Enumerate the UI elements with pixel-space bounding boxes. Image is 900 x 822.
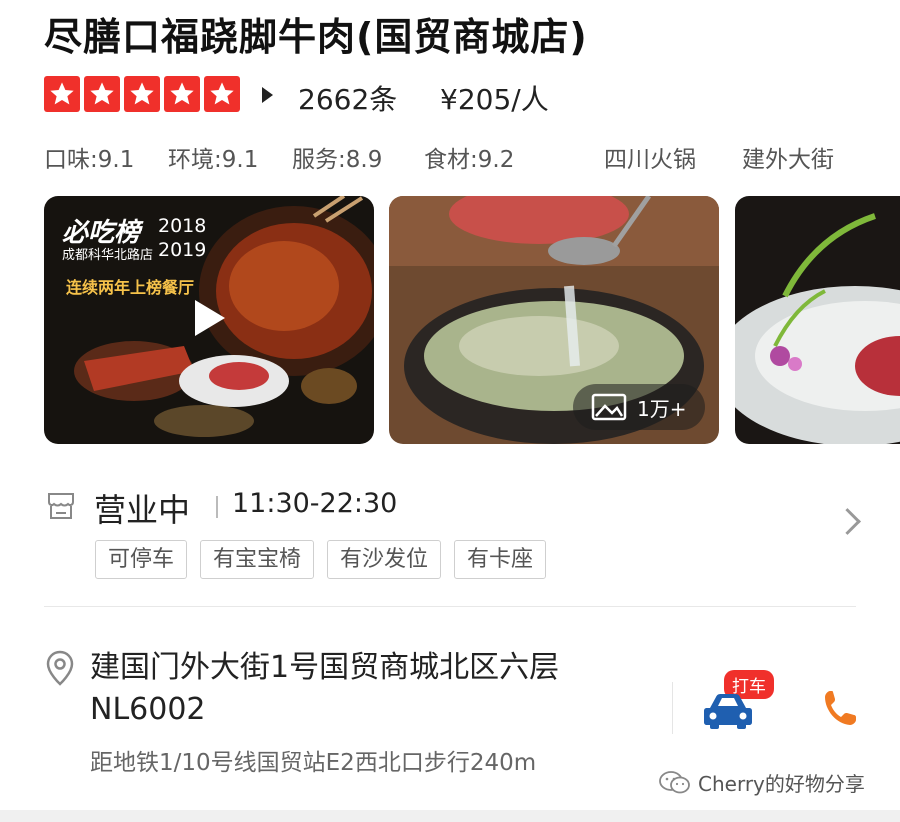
watermark: Cherry的好物分享 [658, 768, 865, 797]
photo-count: 1万+ [637, 396, 687, 421]
location-pin-icon [46, 650, 74, 686]
promo-caption: 连续两年上榜餐厅 [66, 278, 195, 297]
average-price: ¥205/人 [440, 83, 549, 116]
photo-thumbnail[interactable] [735, 196, 900, 444]
star-icon [84, 76, 120, 112]
watermark-text: Cherry的好物分享 [698, 772, 865, 796]
facility-tags: 可停车 有宝宝椅 有沙发位 有卡座 [95, 540, 547, 579]
divider [216, 496, 218, 518]
photo-count-badge[interactable]: 1万+ [573, 384, 705, 430]
score-service: 服务:8.9 [292, 147, 383, 173]
star-icon [164, 76, 200, 112]
phone-icon[interactable] [822, 688, 858, 728]
promo-years: 2018 2019 [158, 215, 207, 261]
score-environment: 环境:9.1 [168, 147, 259, 173]
tag-baby-chair: 有宝宝椅 [200, 540, 315, 579]
star-icon [44, 76, 80, 112]
review-count[interactable]: 2662条 [298, 78, 397, 118]
cuisine-category[interactable]: 四川火锅 [604, 140, 696, 174]
chevron-right-icon[interactable] [834, 508, 861, 535]
business-hours[interactable]: 11:30-22:30 [232, 488, 397, 519]
metro-distance: 距地铁1/10号线国贸站E2西北口步行240m [90, 750, 537, 776]
wechat-icon [659, 770, 690, 793]
footer-band [0, 810, 900, 822]
shop-icon [48, 493, 74, 519]
caret-right-icon[interactable] [262, 87, 273, 103]
play-icon[interactable] [195, 300, 225, 336]
tag-sofa: 有沙发位 [327, 540, 442, 579]
business-area[interactable]: 建外大街 [742, 140, 834, 174]
car-icon[interactable] [702, 690, 754, 730]
star-icon [124, 76, 160, 112]
star-icon [204, 76, 240, 112]
score-ingredients: 食材:9.2 [424, 147, 515, 173]
tag-parking: 可停车 [95, 540, 188, 579]
section-divider [44, 606, 856, 607]
divider [672, 682, 673, 734]
business-status: 营业中 [94, 491, 191, 529]
rating-stars[interactable] [44, 76, 240, 112]
shop-title: 尽膳口福跷脚牛肉(国贸商城店) [44, 15, 588, 59]
shop-address[interactable]: 建国门外大街1号国贸商城北区六层NL6002 [90, 647, 660, 731]
tag-booth: 有卡座 [454, 540, 547, 579]
promo-branch: 成都科华北路店 [62, 248, 154, 263]
score-taste: 口味:9.1 [44, 147, 135, 173]
image-icon [591, 393, 627, 421]
